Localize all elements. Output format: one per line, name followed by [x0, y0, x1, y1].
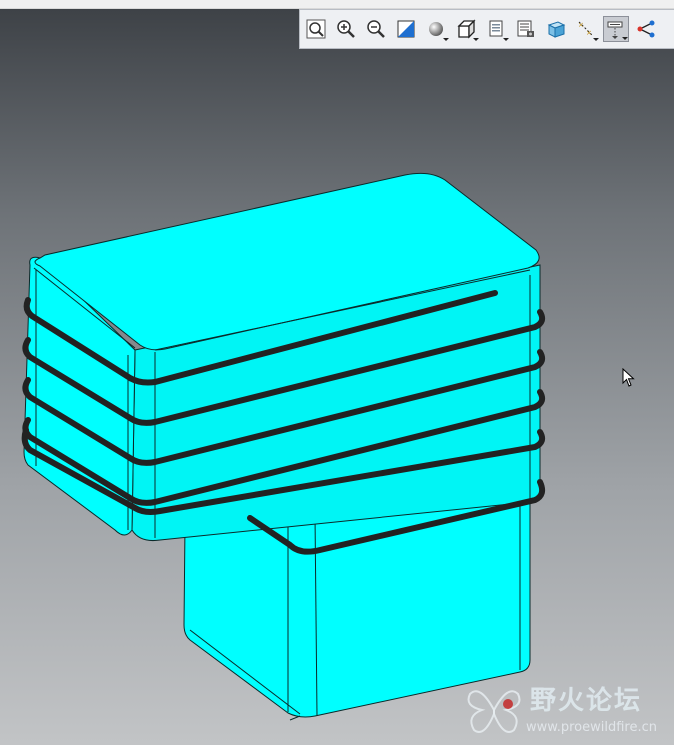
butterfly-logo-icon [467, 690, 521, 733]
zoom-fit-icon [306, 19, 326, 39]
spin-center-button[interactable] [633, 16, 659, 42]
mouse-pointer-icon [622, 368, 635, 387]
saved-views-button[interactable] [483, 16, 509, 42]
watermark-title: 野火论坛 [530, 686, 643, 716]
zoom-in-icon [337, 20, 355, 38]
zoom-out-button[interactable] [363, 16, 389, 42]
spin-center-icon [637, 20, 655, 38]
dropdown-arrow-icon [622, 37, 628, 40]
watermark-url: www.proewildfire.cn [526, 720, 657, 735]
repaint-icon [397, 20, 415, 38]
repaint-button[interactable] [393, 16, 419, 42]
view-orientation-button[interactable] [453, 16, 479, 42]
svg-text:×: × [586, 29, 592, 37]
dropdown-arrow-icon [443, 38, 449, 41]
annotation-display-icon [607, 21, 623, 39]
perspective-view-icon [547, 21, 566, 38]
datum-display-button[interactable]: × × [573, 16, 599, 42]
datum-display-icon: × × [578, 21, 594, 37]
zoom-fit-button[interactable] [303, 16, 329, 42]
view-manager-button[interactable] [513, 16, 539, 42]
dropdown-arrow-icon [593, 38, 599, 41]
dropdown-arrow-icon [503, 38, 509, 41]
view-orientation-icon [457, 19, 476, 39]
zoom-in-button[interactable] [333, 16, 359, 42]
saved-views-icon [489, 20, 503, 37]
view-manager-icon [517, 20, 534, 37]
svg-text:×: × [578, 21, 584, 29]
perspective-view-button[interactable] [543, 16, 569, 42]
shading-button[interactable] [423, 16, 449, 42]
cad-model[interactable] [0, 0, 674, 745]
shading-icon [429, 22, 443, 36]
dropdown-arrow-icon [473, 38, 479, 41]
zoom-out-icon [367, 20, 385, 38]
annotation-display-button[interactable] [603, 16, 629, 42]
view-toolbar: × × [299, 9, 674, 49]
forum-watermark: 野火论坛 www.proewildfire.cn [460, 678, 674, 745]
